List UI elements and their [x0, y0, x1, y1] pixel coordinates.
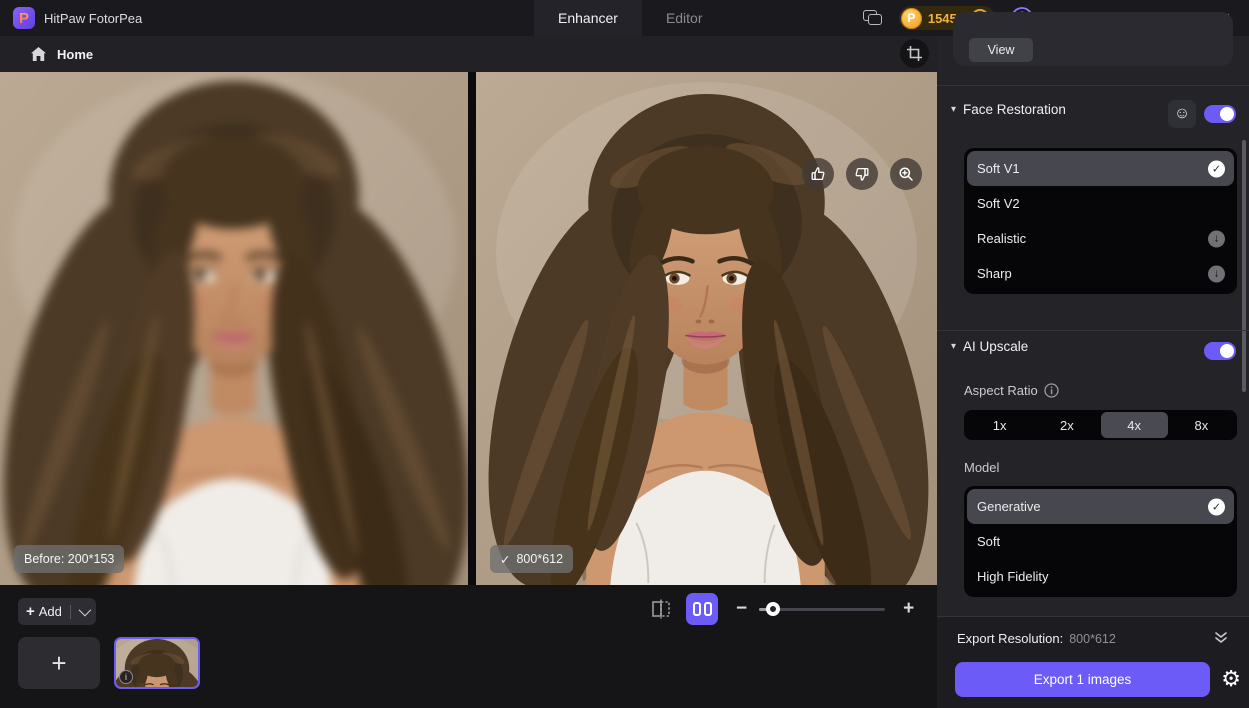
coin-icon: P — [901, 8, 922, 29]
tab-enhancer[interactable]: Enhancer — [534, 0, 642, 36]
download-icon[interactable]: ↓ — [1208, 265, 1225, 282]
aspect-ratio-label: Aspect Ratio — [964, 383, 1059, 398]
aspect-ratio-segmented: 1x 2x 4x 8x — [964, 410, 1237, 440]
zoom-slider[interactable] — [759, 602, 885, 616]
side-by-side-button[interactable] — [686, 593, 718, 625]
collapse-caret-icon[interactable]: ▾ — [951, 104, 956, 115]
zoom-out-button[interactable]: − — [736, 598, 747, 620]
panel-scrollbar[interactable] — [1242, 140, 1246, 392]
info-icon[interactable]: i — [119, 670, 133, 684]
face-preview-button[interactable]: ☺ — [1168, 100, 1196, 128]
side-by-side-icon — [693, 602, 701, 616]
zoom-in-icon — [898, 166, 914, 182]
image-viewer: Before: 200*153 ✓ 800*612 — [0, 72, 937, 585]
app-window: P HitPaw FotorPea Enhancer Editor P 1545… — [0, 0, 1249, 708]
add-image-tile[interactable]: + — [18, 637, 100, 689]
ratio-2x[interactable]: 2x — [1033, 412, 1100, 438]
view-card: View — [953, 12, 1233, 66]
model-option-realistic[interactable]: Realistic ↓ — [967, 221, 1234, 256]
info-circle-icon[interactable] — [1044, 383, 1059, 398]
export-button[interactable]: Export 1 images — [955, 662, 1210, 697]
model-option-soft[interactable]: Soft — [967, 524, 1234, 559]
check-icon: ✓ — [500, 552, 510, 567]
export-resolution-label: Export Resolution: — [957, 631, 1063, 646]
zoom-slider-knob[interactable] — [766, 602, 780, 616]
before-size-badge: Before: 200*153 — [14, 545, 124, 573]
settings-panel: View ▾ Face Restoration ☺ Soft V1 ✓ Soft… — [937, 36, 1249, 708]
collapse-caret-icon[interactable]: ▾ — [951, 341, 956, 352]
magnify-button[interactable] — [890, 158, 922, 190]
face-restoration-toggle[interactable] — [1204, 105, 1236, 123]
double-chevron-down-icon[interactable] — [1213, 631, 1229, 645]
selected-check-icon: ✓ — [1208, 498, 1225, 515]
view-controls: − + — [650, 593, 914, 625]
add-button[interactable]: + Add — [18, 598, 96, 625]
view-button[interactable]: View — [969, 38, 1033, 62]
crop-icon — [907, 46, 922, 61]
ratio-8x[interactable]: 8x — [1168, 412, 1235, 438]
image-thumbnail[interactable]: i — [114, 637, 200, 689]
ratio-1x[interactable]: 1x — [966, 412, 1033, 438]
home-label[interactable]: Home — [57, 47, 93, 62]
crop-button[interactable] — [900, 39, 929, 68]
thumbs-up-icon — [810, 166, 826, 182]
zoom-in-button[interactable]: + — [903, 598, 914, 620]
feedback-chat-icon[interactable] — [863, 10, 883, 26]
after-image[interactable]: ✓ 800*612 — [476, 72, 937, 585]
model-option-generative[interactable]: Generative ✓ — [967, 489, 1234, 524]
selected-check-icon: ✓ — [1208, 160, 1225, 177]
thumbs-down-button[interactable] — [846, 158, 878, 190]
export-section: Export Resolution: 800*612 Export 1 imag… — [937, 616, 1249, 708]
plus-icon: + — [26, 603, 35, 620]
ratio-4x[interactable]: 4x — [1101, 412, 1168, 438]
face-restoration-header: ▾ Face Restoration — [951, 102, 1066, 117]
thumbs-up-button[interactable] — [802, 158, 834, 190]
face-restoration-model-list: Soft V1 ✓ Soft V2 Realistic ↓ Sharp ↓ — [964, 148, 1237, 294]
app-logo-icon: P — [13, 7, 35, 29]
home-icon — [30, 46, 47, 62]
ai-upscale-header: ▾ AI Upscale — [951, 339, 1028, 354]
download-icon[interactable]: ↓ — [1208, 230, 1225, 247]
after-size-badge: ✓ 800*612 — [490, 545, 573, 573]
thumbs-down-icon — [854, 166, 870, 182]
chevron-down-icon[interactable] — [78, 604, 91, 617]
model-label: Model — [964, 460, 999, 475]
ai-upscale-toggle[interactable] — [1204, 342, 1236, 360]
model-option-soft-v2[interactable]: Soft V2 — [967, 186, 1234, 221]
model-option-soft-v1[interactable]: Soft V1 ✓ — [967, 151, 1234, 186]
smiley-icon: ☺ — [1174, 105, 1190, 123]
home-toolbar: Home — [0, 36, 937, 72]
upscale-model-list: Generative ✓ Soft High Fidelity — [964, 486, 1237, 597]
model-option-sharp[interactable]: Sharp ↓ — [967, 256, 1234, 291]
model-option-high-fidelity[interactable]: High Fidelity — [967, 559, 1234, 594]
tab-editor[interactable]: Editor — [642, 0, 727, 36]
gear-icon[interactable]: ⚙ — [1221, 667, 1241, 691]
filmstrip-bar: + Add + i − + — [0, 585, 937, 708]
before-image[interactable]: Before: 200*153 — [0, 72, 468, 585]
split-compare-icon[interactable] — [650, 598, 672, 620]
main-tabs: Enhancer Editor — [534, 0, 727, 36]
export-resolution-value: 800*612 — [1069, 632, 1116, 646]
app-title: HitPaw FotorPea — [44, 11, 142, 26]
